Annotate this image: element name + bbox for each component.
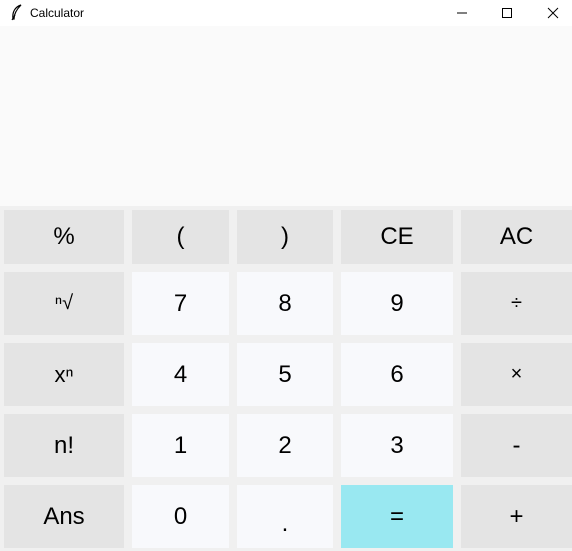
digit-5-key[interactable]: 5	[237, 343, 333, 406]
digit-7-key[interactable]: 7	[132, 272, 229, 335]
close-icon	[547, 7, 559, 19]
digit-9-key[interactable]: 9	[341, 272, 453, 335]
all-clear-key[interactable]: AC	[461, 210, 572, 264]
close-paren-key[interactable]: )	[237, 210, 333, 264]
add-key[interactable]: +	[461, 485, 572, 548]
digit-2-key[interactable]: 2	[237, 414, 333, 477]
power-key[interactable]: xⁿ	[4, 343, 124, 406]
nth-root-key[interactable]: ⁿ√	[4, 272, 124, 335]
title-bar: Calculator	[0, 0, 572, 26]
open-paren-key[interactable]: (	[132, 210, 229, 264]
digit-0-key[interactable]: 0	[132, 485, 229, 548]
window-title: Calculator	[30, 6, 85, 20]
digit-8-key[interactable]: 8	[237, 272, 333, 335]
minimize-button[interactable]	[439, 0, 485, 26]
factorial-key[interactable]: n!	[4, 414, 124, 477]
digit-4-key[interactable]: 4	[132, 343, 229, 406]
equals-key[interactable]: =	[341, 485, 453, 548]
calculator-display	[0, 26, 572, 206]
maximize-icon	[502, 8, 512, 18]
clear-entry-key[interactable]: CE	[341, 210, 453, 264]
digit-1-key[interactable]: 1	[132, 414, 229, 477]
subtract-key[interactable]: -	[461, 414, 572, 477]
digit-6-key[interactable]: 6	[341, 343, 453, 406]
answer-key[interactable]: Ans	[4, 485, 124, 548]
divide-key[interactable]: ÷	[461, 272, 572, 335]
percent-key[interactable]: %	[4, 210, 124, 264]
feather-icon	[11, 4, 22, 21]
multiply-key[interactable]: ×	[461, 343, 572, 406]
decimal-point-key[interactable]: .	[237, 485, 333, 548]
close-button[interactable]	[530, 0, 572, 26]
maximize-button[interactable]	[484, 0, 530, 26]
digit-3-key[interactable]: 3	[341, 414, 453, 477]
minimize-icon	[457, 12, 467, 14]
